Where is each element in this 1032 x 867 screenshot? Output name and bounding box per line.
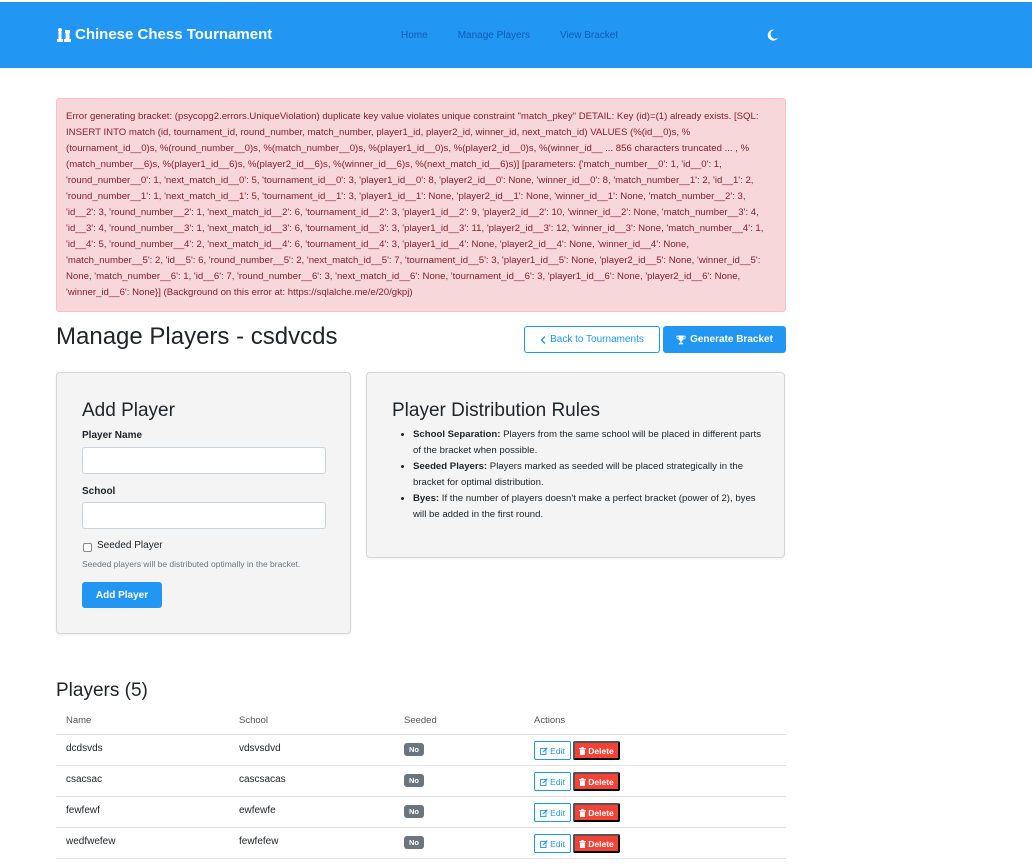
seeded-label[interactable]: Seeded Player (97, 540, 163, 551)
table-row: dcdsvds vdsvsdvd No Edit Delete (56, 735, 786, 766)
edit-label: Edit (550, 807, 565, 818)
rule-term: Seeded Players: (413, 461, 488, 472)
player-school: vdsvsdvd (239, 743, 281, 754)
players-table: Name School Seeded Actions dcdsvds vdsvs… (56, 710, 786, 867)
player-name: csacsac (66, 774, 103, 785)
column-header-actions: Actions (534, 715, 566, 726)
delete-button[interactable]: Delete (573, 803, 620, 822)
delete-label: Delete (588, 807, 614, 818)
nav-link-view-bracket[interactable]: View Bracket (560, 30, 618, 41)
generate-bracket-button[interactable]: Generate Bracket (663, 326, 786, 353)
edit-button[interactable]: Edit (534, 772, 571, 791)
seeded-help-text: Seeded players will be distributed optim… (82, 559, 301, 569)
trash-icon (579, 808, 587, 817)
rule-term: School Separation: (413, 429, 501, 440)
seeded-badge: No (404, 774, 424, 787)
delete-button[interactable]: Delete (573, 741, 620, 760)
trash-icon (579, 839, 587, 848)
player-school: fewfefew (239, 836, 279, 847)
moon-icon[interactable] (767, 29, 779, 41)
add-player-card: Add Player Player Name School Seeded Pla… (56, 372, 351, 634)
nav-link-manage-players[interactable]: Manage Players (458, 30, 530, 41)
rule-text: If the number of players doesn't make a … (413, 493, 756, 520)
player-name-input[interactable] (82, 447, 326, 474)
edit-label: Edit (550, 745, 565, 756)
player-school: cascsacas (239, 774, 286, 785)
column-header-seeded: Seeded (404, 715, 437, 726)
delete-label: Delete (588, 838, 614, 849)
rule-item: Seeded Players: Players marked as seeded… (392, 459, 762, 491)
add-player-title: Add Player (82, 400, 175, 421)
player-name: dcdsvds (66, 743, 103, 754)
page-title: Manage Players - csdvcds (56, 323, 338, 350)
rule-item: Byes: If the number of players doesn't m… (392, 491, 762, 523)
delete-label: Delete (588, 745, 614, 756)
rule-term: Byes: (413, 493, 440, 504)
chess-icon (56, 27, 71, 43)
brand-title: Chinese Chess Tournament (75, 26, 273, 43)
delete-button[interactable]: Delete (573, 772, 620, 791)
edit-button[interactable]: Edit (534, 741, 571, 760)
generate-button-label: Generate Bracket (690, 334, 773, 345)
nav-link-home[interactable]: Home (401, 30, 428, 41)
nav-links: Home Manage Players View Bracket (401, 30, 618, 41)
players-title: Players (5) (56, 680, 148, 701)
table-row: csacsac cascsacas No Edit Delete (56, 766, 786, 797)
seeded-badge: No (404, 743, 424, 756)
column-header-name: Name (66, 715, 92, 726)
player-name-label: Player Name (82, 430, 143, 441)
table-header: Name School Seeded Actions (56, 710, 786, 735)
edit-label: Edit (550, 838, 565, 849)
school-label: School (82, 486, 116, 497)
school-input[interactable] (82, 502, 326, 529)
table-row-partial (56, 859, 786, 867)
edit-button[interactable]: Edit (534, 803, 571, 822)
edit-icon (540, 839, 548, 848)
player-school: ewfewfe (239, 805, 276, 816)
seeded-badge: No (404, 836, 424, 849)
add-player-button[interactable]: Add Player (82, 582, 162, 608)
edit-button[interactable]: Edit (534, 834, 571, 853)
edit-icon (540, 746, 548, 755)
player-name: wedfwefew (66, 836, 116, 847)
table-row: wedfwefew fewfefew No Edit Delete (56, 828, 786, 859)
error-alert: Error generating bracket: (psycopg2.erro… (56, 98, 786, 312)
delete-button[interactable]: Delete (573, 834, 620, 853)
edit-label: Edit (550, 776, 565, 787)
trophy-icon (676, 335, 686, 344)
rule-item: School Separation: Players from the same… (392, 427, 762, 459)
edit-icon (540, 808, 548, 817)
column-header-school: School (239, 715, 269, 726)
rules-list: School Separation: Players from the same… (392, 427, 762, 523)
trash-icon (579, 746, 587, 755)
delete-label: Delete (588, 776, 614, 787)
back-to-tournaments-button[interactable]: Back to Tournaments (524, 326, 660, 353)
edit-icon (540, 777, 548, 786)
seeded-checkbox[interactable] (83, 543, 92, 552)
seeded-badge: No (404, 805, 424, 818)
navbar-brand[interactable]: Chinese Chess Tournament (56, 26, 272, 43)
distribution-rules-card: Player Distribution Rules School Separat… (366, 372, 785, 558)
table-row: fewfewf ewfewfe No Edit Delete (56, 797, 786, 828)
chevron-left-icon (540, 335, 546, 344)
trash-icon (579, 777, 587, 786)
player-name: fewfewf (66, 805, 100, 816)
back-button-label: Back to Tournaments (550, 334, 644, 345)
rules-title: Player Distribution Rules (392, 400, 601, 421)
navbar: Chinese Chess Tournament Home Manage Pla… (0, 2, 1032, 68)
